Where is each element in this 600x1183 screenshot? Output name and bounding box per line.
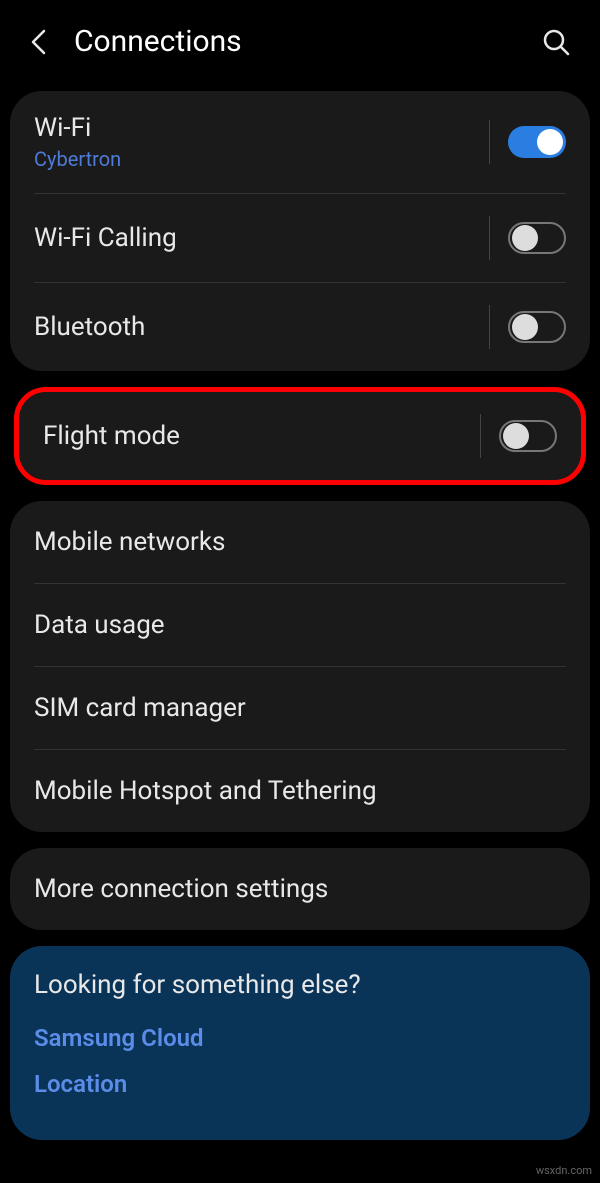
wifi-calling-label: Wi-Fi Calling — [34, 223, 489, 253]
toggle-knob — [512, 225, 538, 251]
toggle-knob — [537, 129, 563, 155]
bluetooth-row[interactable]: Bluetooth — [10, 283, 590, 371]
watermark: wsxdn.com — [536, 1164, 592, 1177]
flight-mode-toggle[interactable] — [499, 420, 557, 452]
header: Connections — [0, 0, 600, 83]
mobile-networks-content: Mobile networks — [34, 527, 566, 557]
data-usage-content: Data usage — [34, 610, 566, 640]
wifi-toggle[interactable] — [508, 126, 566, 158]
wifi-calling-toggle[interactable] — [508, 222, 566, 254]
bluetooth-content: Bluetooth — [34, 312, 489, 342]
more-connection-settings-row[interactable]: More connection settings — [10, 848, 590, 930]
toggle-knob — [512, 314, 538, 340]
location-link[interactable]: Location — [34, 1070, 566, 1098]
bluetooth-toggle[interactable] — [508, 311, 566, 343]
sim-card-manager-row[interactable]: SIM card manager — [10, 667, 590, 749]
flight-mode-row[interactable]: Flight mode — [19, 392, 581, 480]
toggle-divider — [489, 120, 490, 164]
bluetooth-toggle-container — [489, 305, 566, 349]
connections-group-3: Mobile networks Data usage SIM card mana… — [10, 501, 590, 832]
more-connection-settings-label: More connection settings — [34, 874, 566, 904]
wifi-row[interactable]: Wi-Fi Cybertron — [10, 91, 590, 193]
flight-mode-toggle-container — [480, 414, 557, 458]
flight-mode-content: Flight mode — [43, 421, 480, 451]
flight-mode-label: Flight mode — [43, 421, 480, 451]
toggle-divider — [480, 414, 481, 458]
connections-group-4: More connection settings — [10, 848, 590, 930]
flight-mode-group: Flight mode — [14, 387, 586, 485]
sim-card-manager-content: SIM card manager — [34, 693, 566, 723]
wifi-calling-row[interactable]: Wi-Fi Calling — [10, 194, 590, 282]
mobile-hotspot-label: Mobile Hotspot and Tethering — [34, 776, 566, 806]
mobile-hotspot-content: Mobile Hotspot and Tethering — [34, 776, 566, 806]
suggestions-title: Looking for something else? — [34, 970, 566, 1000]
connections-group-1: Wi-Fi Cybertron Wi-Fi Calling Bluetooth — [10, 91, 590, 371]
wifi-label: Wi-Fi — [34, 113, 489, 143]
page-title: Connections — [74, 24, 540, 59]
data-usage-label: Data usage — [34, 610, 566, 640]
toggle-divider — [489, 305, 490, 349]
mobile-networks-row[interactable]: Mobile networks — [10, 501, 590, 583]
samsung-cloud-link[interactable]: Samsung Cloud — [34, 1024, 566, 1052]
wifi-calling-toggle-container — [489, 216, 566, 260]
toggle-divider — [489, 216, 490, 260]
wifi-network-name: Cybertron — [34, 147, 489, 171]
toggle-knob — [503, 423, 529, 449]
back-icon[interactable] — [24, 28, 52, 56]
search-icon[interactable] — [540, 26, 572, 58]
bluetooth-label: Bluetooth — [34, 312, 489, 342]
more-connection-settings-content: More connection settings — [34, 874, 566, 904]
wifi-calling-content: Wi-Fi Calling — [34, 223, 489, 253]
mobile-hotspot-row[interactable]: Mobile Hotspot and Tethering — [10, 750, 590, 832]
wifi-content: Wi-Fi Cybertron — [34, 113, 489, 171]
suggestions-card: Looking for something else? Samsung Clou… — [10, 946, 590, 1140]
mobile-networks-label: Mobile networks — [34, 527, 566, 557]
sim-card-manager-label: SIM card manager — [34, 693, 566, 723]
data-usage-row[interactable]: Data usage — [10, 584, 590, 666]
wifi-toggle-container — [489, 120, 566, 164]
